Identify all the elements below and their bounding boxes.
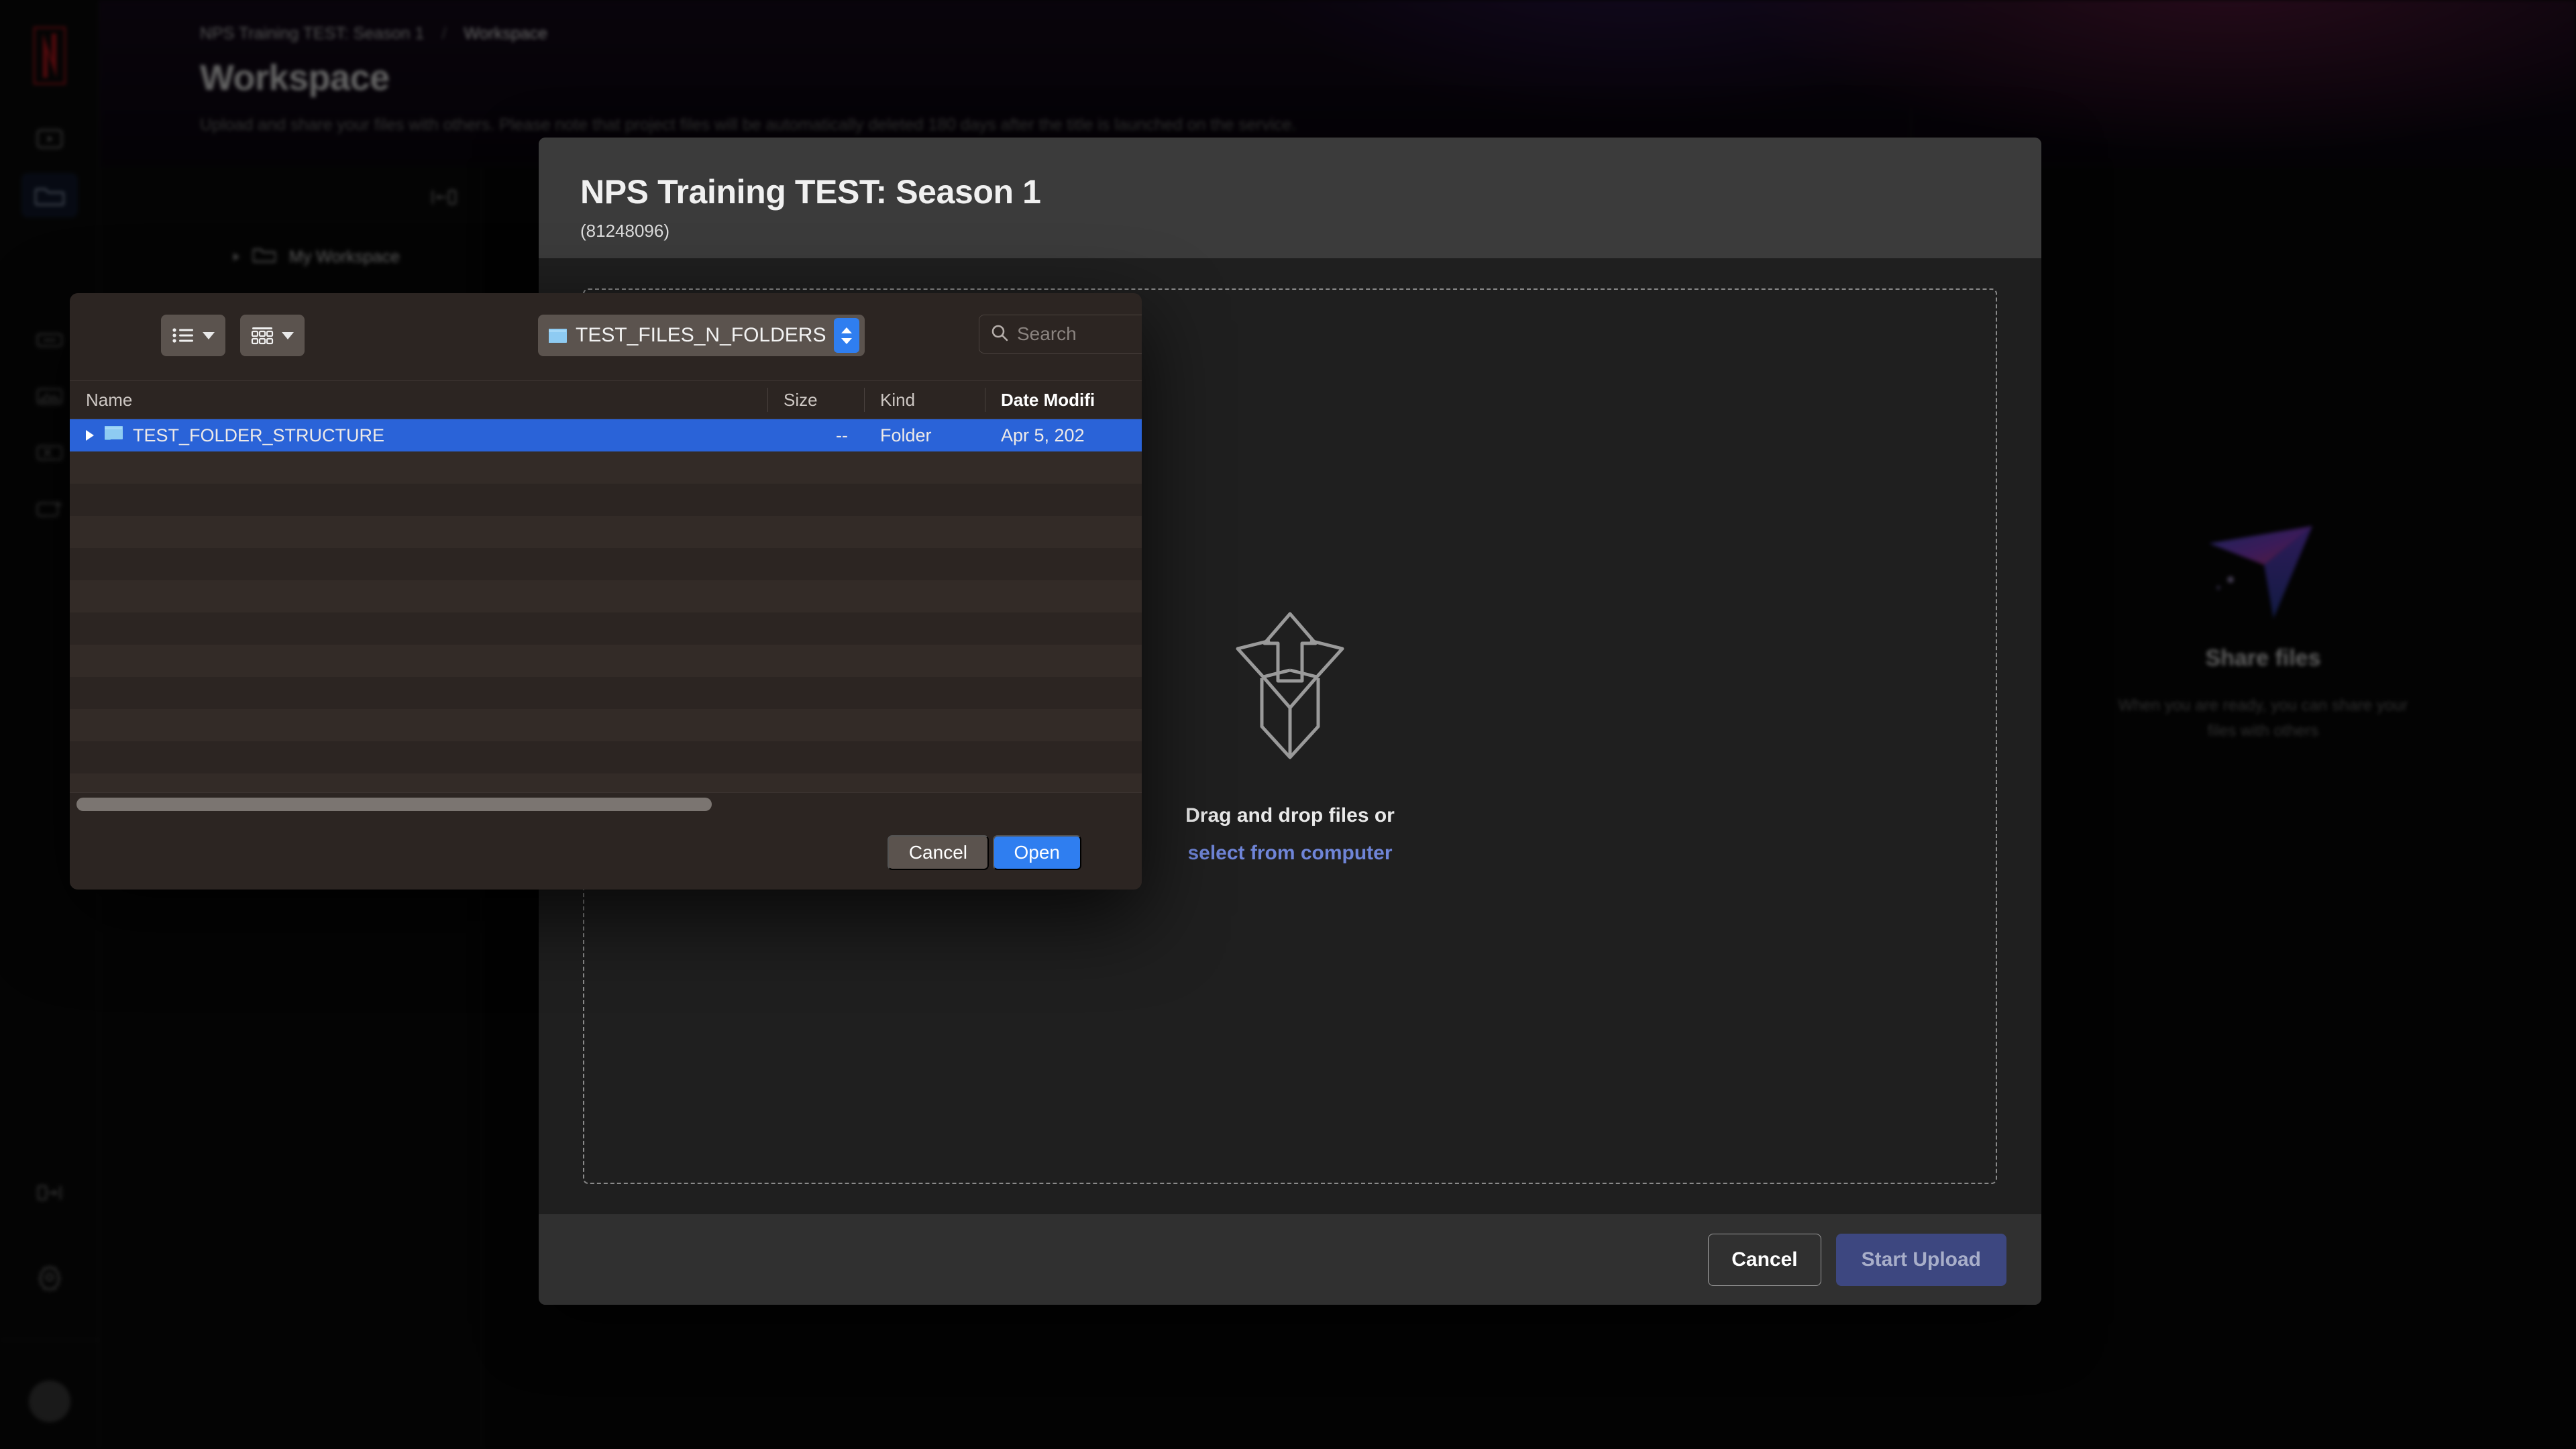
column-header-size[interactable]: Size	[767, 381, 864, 419]
open-box-upload-icon	[1223, 608, 1357, 763]
up-down-stepper-icon[interactable]	[834, 318, 860, 353]
column-header-kind[interactable]: Kind	[864, 381, 985, 419]
folder-icon	[103, 425, 123, 446]
empty-row	[70, 516, 1142, 548]
screen: NPS Training TEST: Season 1 / Workspace …	[0, 0, 2576, 1449]
empty-row	[70, 484, 1142, 516]
select-from-computer-link[interactable]: select from computer	[1187, 842, 1392, 865]
horizontal-scrollbar[interactable]	[70, 792, 1142, 816]
empty-row	[70, 451, 1142, 484]
upload-modal-footer: Cancel Start Upload	[539, 1214, 2041, 1305]
picker-open-button[interactable]: Open	[992, 835, 1081, 870]
column-header-name[interactable]: Name	[70, 381, 767, 419]
column-header-date-modified[interactable]: Date Modifi	[985, 381, 1142, 419]
empty-row	[70, 645, 1142, 677]
row-name-label: TEST_FOLDER_STRUCTURE	[133, 425, 385, 445]
row-size-cell: --	[836, 425, 848, 445]
file-picker-footer: Cancel Open	[70, 816, 1142, 889]
file-picker-toolbar: TEST_FILES_N_FOLDERS Search	[70, 293, 1142, 380]
picker-cancel-button[interactable]: Cancel	[887, 835, 989, 870]
empty-row	[70, 580, 1142, 612]
empty-row	[70, 677, 1142, 709]
row-date-cell: Apr 5, 202	[1001, 425, 1085, 445]
upload-modal-header: NPS Training TEST: Season 1 (81248096)	[539, 138, 2041, 258]
folder-icon	[547, 327, 568, 344]
cancel-button[interactable]: Cancel	[1708, 1233, 1821, 1286]
disclosure-triangle-icon[interactable]	[86, 430, 94, 441]
table-row[interactable]: TEST_FOLDER_STRUCTURE -- Folder Apr 5, 202	[70, 419, 1142, 451]
empty-row	[70, 709, 1142, 741]
file-list-header: Name Size Kind Date Modifi	[70, 380, 1142, 419]
gallery-view-icon	[251, 327, 274, 345]
upload-modal-subtitle: (81248096)	[580, 221, 669, 241]
dropzone-instruction: Drag and drop files or	[1185, 804, 1395, 826]
empty-row	[70, 741, 1142, 773]
empty-row	[70, 773, 1142, 792]
row-kind-cell: Folder	[880, 425, 932, 445]
chevron-down-icon	[203, 331, 215, 339]
list-view-icon	[172, 328, 193, 343]
current-folder-popup-button[interactable]: TEST_FILES_N_FOLDERS	[538, 315, 865, 356]
list-view-button[interactable]	[161, 315, 225, 356]
horizontal-scrollbar-thumb[interactable]	[76, 798, 712, 811]
current-folder-label: TEST_FILES_N_FOLDERS	[576, 324, 826, 346]
chevron-down-icon	[282, 331, 294, 339]
file-picker-dialog: TEST_FILES_N_FOLDERS Search Name Size Ki…	[70, 293, 1142, 890]
empty-row	[70, 548, 1142, 580]
search-input[interactable]: Search	[979, 315, 1142, 354]
empty-row	[70, 612, 1142, 645]
file-list[interactable]: TEST_FOLDER_STRUCTURE -- Folder Apr 5, 202	[70, 419, 1142, 792]
upload-modal-title: NPS Training TEST: Season 1	[580, 173, 1041, 211]
search-icon	[990, 323, 1009, 345]
gallery-view-button[interactable]	[240, 315, 305, 356]
search-placeholder: Search	[1017, 323, 1077, 344]
start-upload-button[interactable]: Start Upload	[1835, 1233, 2006, 1286]
row-name-cell: TEST_FOLDER_STRUCTURE	[70, 425, 767, 446]
